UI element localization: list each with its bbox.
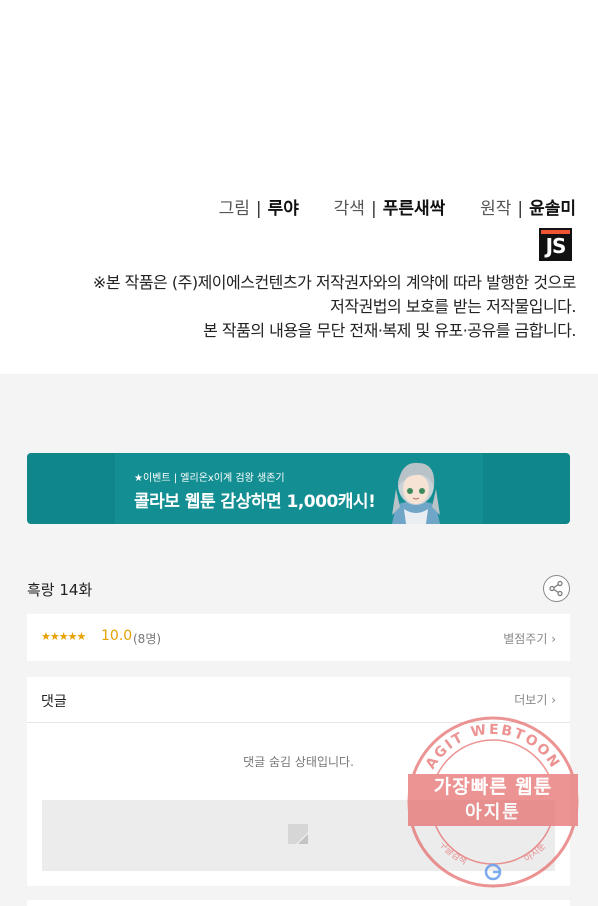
- copyright-notice: ※본 작품은 (주)제이에스컨텐츠가 저작권자와의 계약에 따라 발행한 것으로…: [92, 271, 577, 343]
- rating-score: 10.0: [101, 628, 133, 644]
- drawing-name: 루야: [267, 199, 299, 219]
- publisher-logo-text: JS: [545, 234, 567, 258]
- adaptation-role: 각색: [333, 199, 365, 219]
- banner-character-image: [392, 462, 440, 524]
- next-panel: [27, 900, 570, 906]
- watermark-bottom-right: 아지툰: [522, 841, 548, 865]
- drawing-role: 그림: [218, 199, 250, 219]
- rating-stars: ★★★★★: [41, 630, 86, 643]
- svg-text:아지툰: 아지툰: [522, 841, 548, 865]
- comments-title: 댓글: [41, 694, 67, 710]
- rating-panel: ★★★★★ 10.0 (8명) 별점주기 ›: [27, 614, 570, 661]
- separator: |: [370, 199, 377, 219]
- share-icon: [549, 580, 563, 597]
- original-role: 원작: [480, 199, 512, 219]
- event-banner[interactable]: ★이벤트 | 엘리온x이계 검왕 생존기 콜라보 웹툰 감상하면 1,000캐시…: [27, 453, 570, 524]
- episode-title: 흑랑 14화: [27, 581, 93, 599]
- credit-line: 그림 | 루야 각색 | 푸른새싹 원작 | 윤솔미: [219, 194, 576, 219]
- svg-text:구글검색: 구글검색: [437, 839, 469, 867]
- banner-title: 콜라보 웹툰 감상하면 1,000캐시!: [134, 492, 376, 512]
- original-name: 윤솔미: [529, 199, 576, 219]
- separator: |: [255, 199, 262, 219]
- share-button[interactable]: [543, 575, 570, 602]
- google-icon: [484, 863, 502, 881]
- copyright-line: 본 작품의 내용을 무단 전재·복제 및 유포·공유를 금합니다.: [203, 321, 576, 340]
- watermark-line2: 아지툰: [408, 801, 578, 826]
- credits-section: 그림 | 루야 각색 | 푸른새싹 원작 | 윤솔미 JS ※본 작품은 (주)제이에스컨텐…: [0, 0, 598, 374]
- watermark-line1: 가장빠른 웹툰: [408, 774, 578, 801]
- rating-count: (8명): [133, 632, 162, 646]
- adaptation-name: 푸른새싹: [382, 199, 446, 219]
- watermark-stamp: AGIT WEBTOON 구글검색 아지툰 가장빠른 웹툰 아지툰: [405, 714, 581, 890]
- pencil-icon: [288, 824, 308, 844]
- more-comments-link[interactable]: 더보기 ›: [514, 691, 556, 708]
- publisher-logo: JS: [539, 228, 572, 261]
- separator: |: [517, 199, 524, 219]
- watermark-bottom-left: 구글검색: [437, 839, 469, 867]
- banner-subtitle: ★이벤트 | 엘리온x이계 검왕 생존기: [134, 473, 285, 484]
- copyright-line: 저작권법의 보호를 받는 저작물입니다.: [330, 297, 576, 316]
- episode-header: 흑랑 14화: [27, 574, 570, 604]
- rate-button[interactable]: 별점주기 ›: [503, 630, 556, 647]
- copyright-line: ※본 작품은 (주)제이에스컨텐츠가 저작권자와의 계약에 따라 발행한 것으로: [92, 273, 577, 292]
